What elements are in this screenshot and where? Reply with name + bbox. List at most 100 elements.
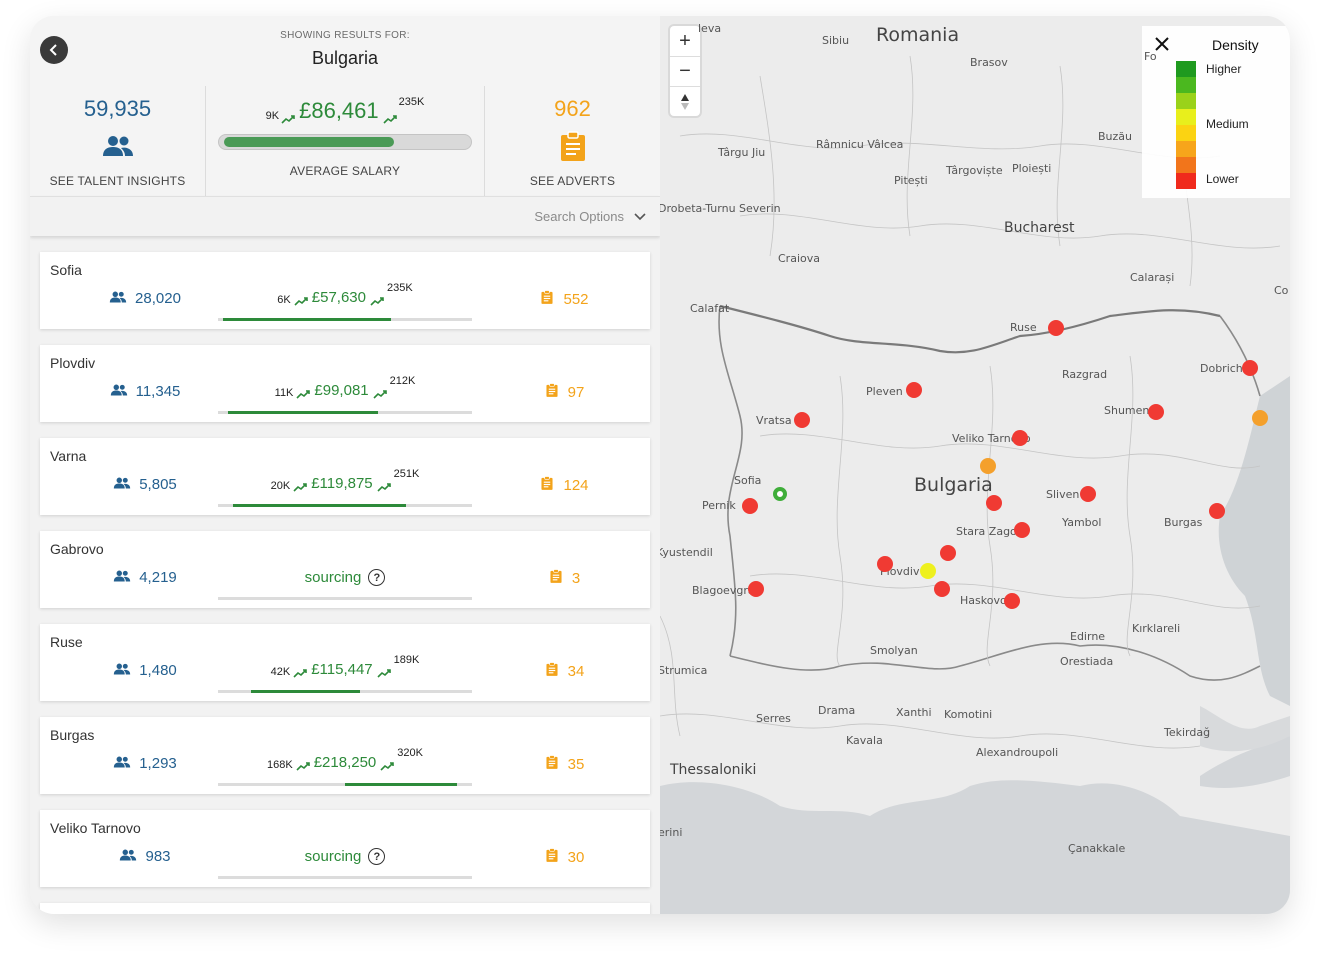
compass-icon	[681, 93, 689, 110]
talent-count: 1,480	[139, 662, 177, 679]
talent-count: 4,219	[139, 569, 177, 586]
adverts-link[interactable]: 3	[510, 569, 620, 587]
help-icon[interactable]: ?	[368, 569, 386, 586]
city-name: Sofia	[50, 262, 82, 278]
map-label-edirne: Edirne	[1070, 630, 1106, 643]
map-label-burgas: Burgas	[1164, 516, 1203, 529]
talent-count: 5,805	[139, 476, 177, 493]
city-card[interactable]	[40, 903, 650, 914]
people-icon	[113, 476, 139, 493]
clipboard-icon	[546, 755, 568, 773]
see-adverts-link[interactable]: SEE ADVERTS	[485, 174, 660, 188]
map-label-sibiu: Sibiu	[822, 34, 850, 47]
results-panel: SHOWING RESULTS FOR: Bulgaria 59,935 SEE…	[30, 16, 660, 914]
adverts-count: 552	[563, 290, 589, 308]
talent-link[interactable]: 5,805	[80, 476, 210, 493]
density-marker[interactable]	[940, 545, 956, 561]
trending-up-icon	[296, 762, 310, 771]
help-icon[interactable]: ?	[368, 848, 386, 865]
density-marker[interactable]	[1148, 404, 1164, 420]
density-legend: Density Higher Medium Lower	[1142, 26, 1290, 198]
city-name: Burgas	[50, 727, 95, 743]
legend-medium: Medium	[1206, 117, 1249, 131]
reset-north-button[interactable]	[670, 86, 700, 116]
city-card[interactable]: Sofia 28,020 6K £57,630 235K 552	[40, 252, 650, 329]
density-marker[interactable]	[980, 458, 996, 474]
talent-link[interactable]: 28,020	[80, 290, 210, 307]
city-name: Plovdiv	[50, 355, 96, 371]
legend-lower: Lower	[1206, 172, 1239, 186]
density-marker[interactable]	[920, 563, 936, 579]
talent-insights-link[interactable]: SEE TALENT INSIGHTS	[30, 174, 205, 188]
trending-up-icon	[383, 115, 397, 124]
talent-link[interactable]: 983	[80, 848, 210, 865]
talent-link[interactable]: 1,293	[80, 755, 210, 772]
people-icon	[101, 132, 135, 160]
map-label-komotini: Komotini	[944, 708, 993, 721]
salary-average: £119,875	[311, 475, 373, 492]
city-card[interactable]: Ruse 1,480 42K £115,447 189K 34	[40, 624, 650, 701]
map-label-thessaloniki: Thessaloniki	[670, 762, 757, 778]
adverts-link[interactable]: 552	[510, 290, 620, 308]
density-marker[interactable]	[1080, 486, 1096, 502]
zoom-out-button[interactable]: −	[670, 56, 700, 86]
density-map[interactable]: + − Density Higher Medium Lower leva Roma…	[660, 16, 1290, 914]
adverts-stat[interactable]: 962 SEE ADVERTS	[485, 86, 660, 196]
density-marker[interactable]	[1242, 360, 1258, 376]
salary-range-track	[218, 597, 472, 600]
salary-min: 6K	[277, 294, 291, 306]
salary-range: 11K £99,081 212K	[220, 375, 470, 399]
salary-max: 251K	[393, 468, 420, 480]
talent-count: 59,935	[83, 96, 152, 121]
density-marker[interactable]	[877, 556, 893, 572]
map-label-bucharest: Bucharest	[1004, 220, 1075, 236]
density-marker[interactable]	[1014, 522, 1030, 538]
map-label-targoviste: Târgoviște	[946, 164, 1003, 177]
city-card[interactable]: Gabrovo 4,219 sourcing? 3	[40, 531, 650, 608]
city-card[interactable]: Varna 5,805 20K £119,875 251K 124	[40, 438, 650, 515]
talent-link[interactable]: 4,219	[80, 569, 210, 586]
density-marker[interactable]	[1004, 593, 1020, 609]
density-marker[interactable]	[1012, 430, 1028, 446]
map-label-pitesti: Pitești	[894, 174, 928, 187]
talent-insights-stat[interactable]: 59,935 SEE TALENT INSIGHTS	[30, 86, 205, 196]
adverts-link[interactable]: 30	[510, 848, 620, 866]
map-label-dobrich: Dobrich	[1200, 362, 1243, 375]
clipboard-icon	[546, 383, 568, 401]
trending-up-icon	[296, 390, 311, 399]
adverts-link[interactable]: 35	[510, 755, 620, 773]
map-label-alexandroupoli: Alexandroupoli	[976, 746, 1059, 759]
adverts-link[interactable]: 97	[510, 383, 620, 401]
density-marker[interactable]	[934, 581, 950, 597]
density-marker[interactable]	[742, 498, 758, 514]
map-label-serres: Serres	[756, 712, 791, 725]
density-marker[interactable]	[1252, 410, 1268, 426]
adverts-link[interactable]: 34	[510, 662, 620, 680]
salary-average: £86,461	[299, 98, 379, 123]
density-marker[interactable]	[906, 382, 922, 398]
zoom-in-button[interactable]: +	[670, 26, 700, 56]
trending-up-icon	[373, 390, 387, 399]
map-label-ploiesti: Ploiești	[1012, 162, 1052, 175]
density-marker[interactable]	[748, 581, 764, 597]
talent-link[interactable]: 1,480	[80, 662, 210, 679]
city-name: Gabrovo	[50, 541, 104, 557]
map-label-razgrad: Razgrad	[1062, 368, 1108, 381]
app-window: SHOWING RESULTS FOR: Bulgaria 59,935 SEE…	[30, 16, 1290, 914]
map-label-smolyan: Smolyan	[870, 644, 918, 657]
density-marker[interactable]	[794, 412, 810, 428]
adverts-count: 124	[563, 476, 589, 494]
salary-max: 235K	[398, 96, 425, 108]
city-card[interactable]: Plovdiv 11,345 11K £99,081 212K 97	[40, 345, 650, 422]
city-card[interactable]: Burgas 1,293 168K £218,250 320K 35	[40, 717, 650, 794]
people-icon	[113, 569, 139, 586]
density-marker[interactable]	[1209, 503, 1225, 519]
search-options-toggle[interactable]: Search Options	[30, 196, 660, 236]
map-label-orestiada: Orestiada	[1060, 655, 1114, 668]
selected-location-marker[interactable]	[773, 487, 787, 501]
city-card[interactable]: Veliko Tarnovo 983 sourcing? 30	[40, 810, 650, 887]
talent-link[interactable]: 11,345	[80, 383, 210, 400]
adverts-link[interactable]: 124	[510, 476, 620, 494]
density-marker[interactable]	[1048, 320, 1064, 336]
density-marker[interactable]	[986, 495, 1002, 511]
